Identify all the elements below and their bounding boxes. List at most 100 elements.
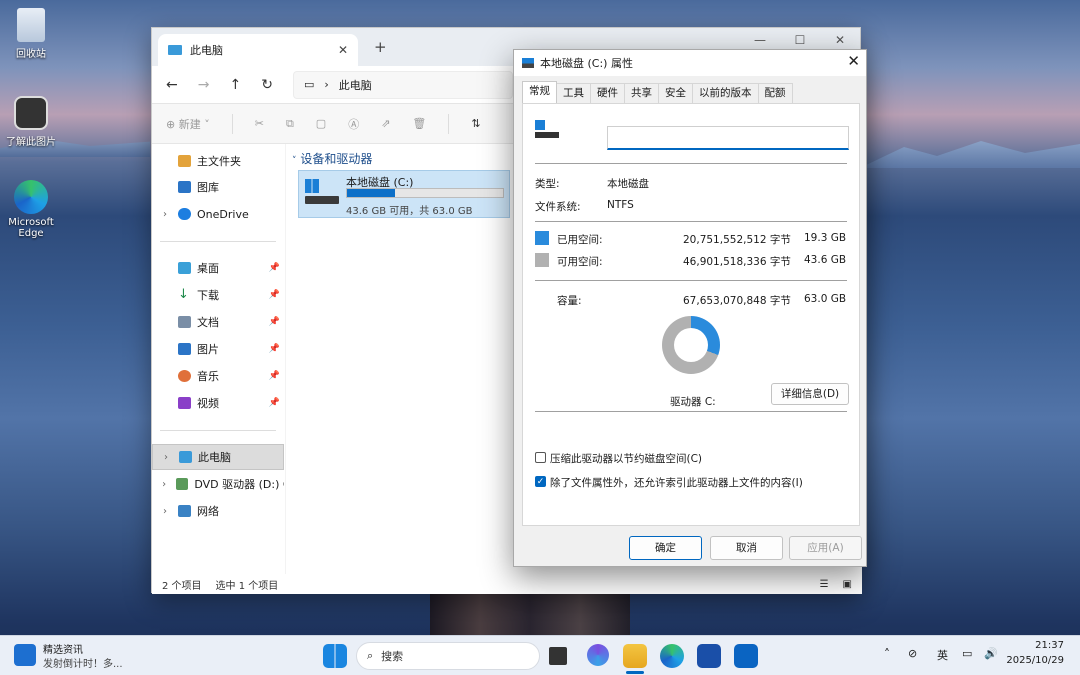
chevron-right-icon[interactable]: › bbox=[153, 452, 179, 463]
outlook-icon[interactable] bbox=[734, 644, 758, 668]
sidebar-item-label: 桌面 bbox=[197, 262, 219, 275]
desktop-icon-recycle-bin[interactable]: 回收站 bbox=[4, 8, 58, 60]
store-icon[interactable] bbox=[697, 644, 721, 668]
sidebar-item-home[interactable]: 主文件夹 bbox=[152, 148, 284, 174]
filesystem-label: 文件系统: bbox=[535, 201, 581, 213]
used-space-bytes: 20,751,552,512 字节 bbox=[683, 234, 791, 246]
drive-usage-fill bbox=[347, 189, 395, 197]
news-widget-icon[interactable] bbox=[14, 644, 36, 666]
refresh-icon[interactable]: ↻ bbox=[261, 77, 273, 93]
tiles-view-icon[interactable]: ▣ bbox=[843, 579, 852, 590]
display-icon[interactable]: ▭ bbox=[962, 647, 972, 660]
tab-previous-versions[interactable]: 以前的版本 bbox=[692, 83, 759, 103]
section-header[interactable]: ˅ 设备和驱动器 bbox=[292, 150, 372, 167]
sidebar-item-music[interactable]: 音乐 📌 bbox=[152, 363, 284, 389]
wallpaper-pier bbox=[430, 590, 630, 635]
compress-label: 压缩此驱动器以节约磁盘空间(C) bbox=[550, 453, 703, 465]
tab-tools[interactable]: 工具 bbox=[556, 83, 591, 103]
dialog-tabs: 常规 工具 硬件 共享 安全 以前的版本 配额 bbox=[522, 81, 793, 103]
back-icon[interactable]: ← bbox=[166, 77, 178, 93]
divider bbox=[535, 280, 847, 281]
chevron-right-icon[interactable]: › bbox=[152, 209, 178, 220]
drive-tile-c[interactable]: 本地磁盘 (C:) 43.6 GB 可用，共 63.0 GB bbox=[298, 170, 510, 218]
forward-icon[interactable]: → bbox=[198, 77, 210, 93]
taskbar-search[interactable]: ⌕ 搜索 bbox=[356, 642, 540, 670]
ime-indicator[interactable]: 英 bbox=[937, 647, 948, 663]
new-tab-button[interactable]: + bbox=[374, 38, 387, 56]
paste-icon[interactable]: ▢ bbox=[316, 117, 326, 130]
tab-general[interactable]: 常规 bbox=[522, 81, 557, 103]
music-icon bbox=[178, 370, 191, 382]
new-button[interactable]: ⊕ 新建 ˅ bbox=[166, 116, 210, 132]
delete-icon[interactable]: 🗑 bbox=[412, 117, 426, 130]
pin-icon: 📌 bbox=[268, 317, 280, 327]
sidebar-item-desktop[interactable]: 桌面 📌 bbox=[152, 255, 284, 281]
sidebar-item-label: 文档 bbox=[197, 316, 219, 329]
cancel-button[interactable]: 取消 bbox=[710, 536, 783, 560]
tab-hardware[interactable]: 硬件 bbox=[590, 83, 625, 103]
tab-quota[interactable]: 配额 bbox=[757, 83, 793, 103]
tab-security[interactable]: 安全 bbox=[658, 83, 693, 103]
sidebar-item-pictures[interactable]: 图片 📌 bbox=[152, 336, 284, 362]
sidebar-item-network[interactable]: › 网络 bbox=[152, 498, 284, 524]
pin-icon: 📌 bbox=[268, 371, 280, 381]
desktop-icon-edge[interactable]: Microsoft Edge bbox=[4, 180, 58, 239]
sidebar-item-this-pc[interactable]: › 此电脑 bbox=[152, 444, 284, 470]
sidebar-item-label: 图片 bbox=[197, 343, 219, 356]
network-off-icon[interactable]: ⊘ bbox=[908, 647, 917, 660]
drive-name-input[interactable] bbox=[607, 126, 849, 150]
clock-time[interactable]: 21:37 bbox=[1014, 640, 1064, 651]
sidebar-item-downloads[interactable]: ↓ 下载 📌 bbox=[152, 282, 284, 308]
sidebar-item-onedrive[interactable]: › OneDrive bbox=[152, 201, 284, 227]
dialog-title: 本地磁盘 (C:) 属性 bbox=[540, 57, 633, 70]
tab-sharing[interactable]: 共享 bbox=[624, 83, 659, 103]
address-bar[interactable]: ▭ › 此电脑 bbox=[292, 70, 513, 99]
pin-icon: 📌 bbox=[268, 290, 280, 300]
divider bbox=[160, 241, 276, 242]
pin-icon: 📌 bbox=[268, 263, 280, 273]
news-title[interactable]: 精选资讯 bbox=[43, 641, 83, 656]
copy-icon[interactable]: ⧉ bbox=[286, 117, 294, 131]
copilot-icon[interactable] bbox=[587, 644, 609, 666]
taskbar: 精选资讯 发射倒计时！多... ⌕ 搜索 ˄ ⊘ 英 ▭ 🔊 21:37 202… bbox=[0, 635, 1080, 675]
file-explorer-taskbar-icon[interactable] bbox=[623, 644, 647, 668]
free-space-label: 可用空间: bbox=[557, 256, 603, 268]
close-icon[interactable]: ✕ bbox=[847, 52, 860, 70]
task-view-icon[interactable] bbox=[549, 647, 567, 665]
sort-icon[interactable]: ⇅ bbox=[471, 117, 480, 130]
rename-icon[interactable]: Ⓐ bbox=[348, 116, 359, 132]
edge-icon[interactable] bbox=[660, 644, 684, 668]
sidebar-item-label: 下载 bbox=[197, 289, 219, 302]
close-tab-icon[interactable]: ✕ bbox=[338, 43, 348, 57]
capacity-label: 容量: bbox=[557, 295, 582, 307]
drive-icon bbox=[535, 120, 561, 140]
explorer-tab[interactable]: 此电脑 ✕ bbox=[158, 34, 358, 66]
gallery-icon bbox=[178, 181, 191, 193]
new-label: 新建 bbox=[178, 117, 201, 131]
free-space-bytes: 46,901,518,336 字节 bbox=[683, 256, 791, 268]
start-button[interactable] bbox=[323, 644, 347, 668]
sidebar-item-dvd[interactable]: › DVD 驱动器 (D:) C bbox=[152, 471, 284, 497]
sidebar-item-documents[interactable]: 文档 📌 bbox=[152, 309, 284, 335]
tab-title: 此电脑 bbox=[190, 44, 223, 57]
cut-icon[interactable]: ✂ bbox=[255, 117, 264, 130]
chevron-up-icon[interactable]: ˄ bbox=[884, 647, 890, 661]
chevron-right-icon[interactable]: › bbox=[152, 506, 178, 517]
ok-button[interactable]: 确定 bbox=[629, 536, 702, 560]
chevron-right-icon[interactable]: › bbox=[152, 479, 176, 490]
desktop-icon-label: Microsoft Edge bbox=[8, 217, 54, 239]
details-button[interactable]: 详细信息(D) bbox=[771, 383, 849, 405]
apply-button[interactable]: 应用(A) bbox=[789, 536, 862, 560]
share-icon[interactable]: ⇗ bbox=[381, 117, 390, 130]
clock-date[interactable]: 2025/10/29 bbox=[1006, 655, 1064, 666]
general-panel: 类型: 本地磁盘 文件系统: NTFS 已用空间: 20,751,552,512… bbox=[522, 103, 860, 526]
desktop-icon-learn-picture[interactable]: 了解此图片 bbox=[4, 96, 58, 148]
up-icon[interactable]: ↑ bbox=[229, 77, 241, 93]
index-checkbox[interactable]: ✓ bbox=[535, 476, 546, 487]
compress-checkbox[interactable] bbox=[535, 452, 546, 463]
breadcrumb[interactable]: 此电脑 bbox=[339, 77, 372, 93]
volume-icon[interactable]: 🔊 bbox=[984, 647, 998, 660]
sidebar-item-gallery[interactable]: 图库 bbox=[152, 174, 284, 200]
details-view-icon[interactable]: ☰ bbox=[820, 579, 829, 590]
sidebar-item-videos[interactable]: 视频 📌 bbox=[152, 390, 284, 416]
